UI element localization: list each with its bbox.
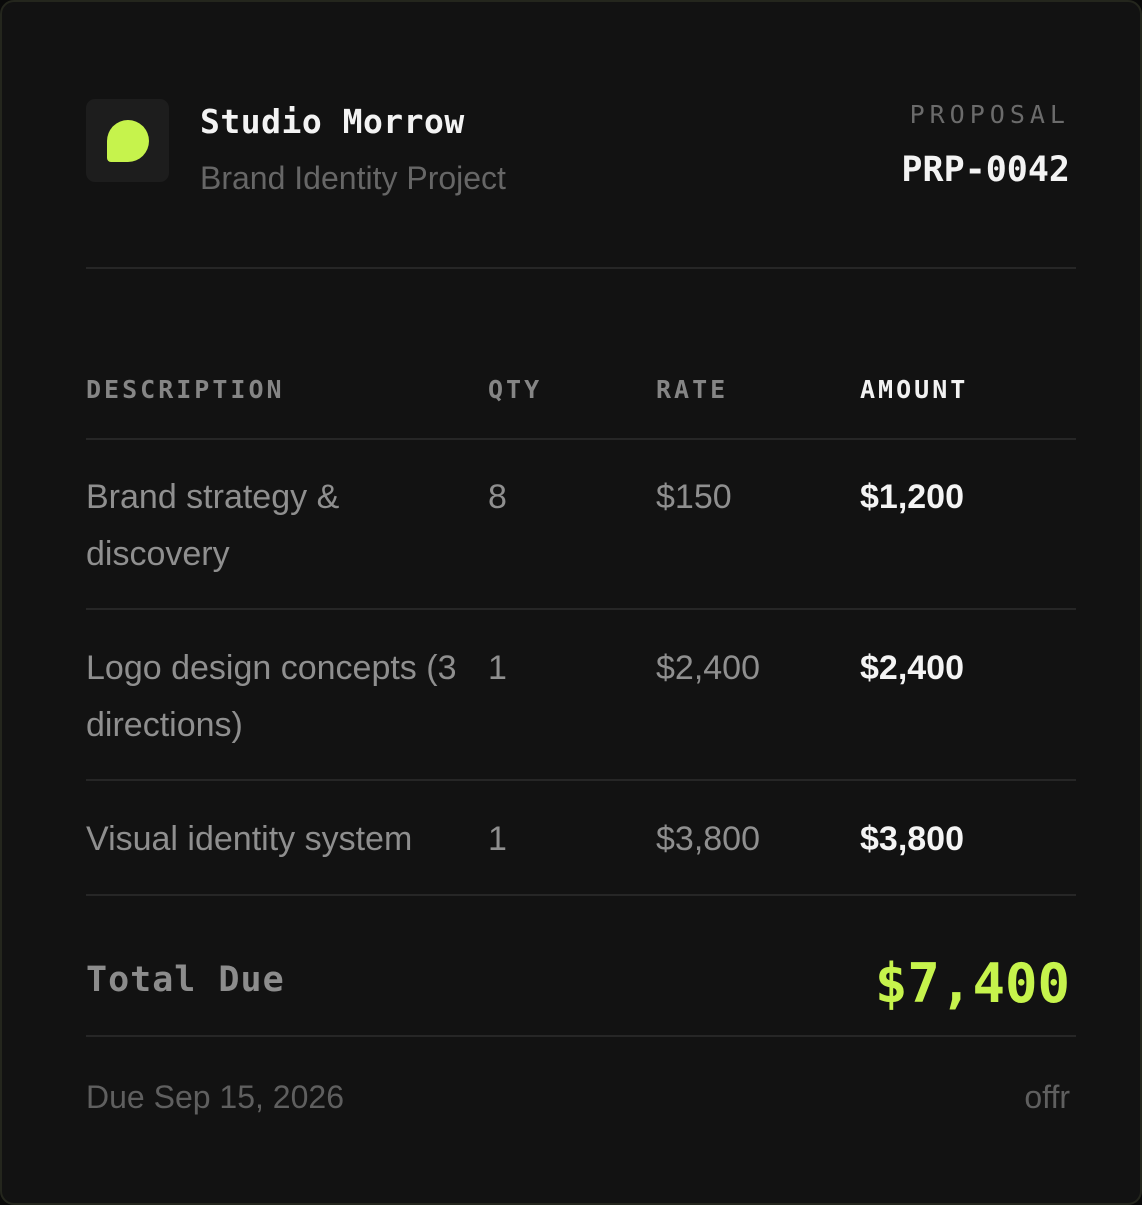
- row-divider: [86, 608, 1076, 610]
- row-qty: 8: [488, 478, 507, 516]
- row-qty: 1: [488, 820, 507, 858]
- footer-brand-mark: offr: [1024, 1079, 1070, 1115]
- column-header-rate: RATE: [656, 375, 729, 404]
- row-description: Brand strategy & discovery: [86, 478, 340, 573]
- studio-name: Studio Morrow: [200, 102, 465, 141]
- column-header-amount: AMOUNT: [860, 375, 969, 404]
- row-divider: [86, 779, 1076, 781]
- row-qty: 1: [488, 649, 507, 687]
- column-header-description: DESCRIPTION: [86, 375, 285, 404]
- row-rate: $2,400: [656, 649, 760, 687]
- document-type: PROPOSAL: [909, 100, 1070, 129]
- header-divider: [86, 267, 1076, 269]
- total-value: $7,400: [874, 952, 1070, 1015]
- row-amount: $1,200: [860, 478, 964, 516]
- row-rate: $3,800: [656, 820, 760, 858]
- row-description: Logo design concepts (3 directions): [86, 649, 457, 744]
- row-description: Visual identity system: [86, 820, 413, 858]
- row-rate: $150: [656, 478, 732, 516]
- column-header-qty: QTY: [488, 375, 543, 404]
- row-amount: $3,800: [860, 820, 964, 858]
- row-amount: $2,400: [860, 649, 964, 687]
- proposal-card: Studio Morrow Brand Identity Project PRO…: [0, 0, 1142, 1205]
- document-number: PRP-0042: [901, 150, 1070, 190]
- total-label: Total Due: [86, 960, 285, 1000]
- project-name: Brand Identity Project: [200, 160, 506, 196]
- total-divider: [86, 1035, 1076, 1037]
- table-header-divider: [86, 438, 1076, 440]
- studio-logo: [86, 99, 169, 182]
- leaf-blob-icon: [107, 120, 149, 162]
- table-bottom-divider: [86, 894, 1076, 896]
- due-date: Due Sep 15, 2026: [86, 1079, 344, 1115]
